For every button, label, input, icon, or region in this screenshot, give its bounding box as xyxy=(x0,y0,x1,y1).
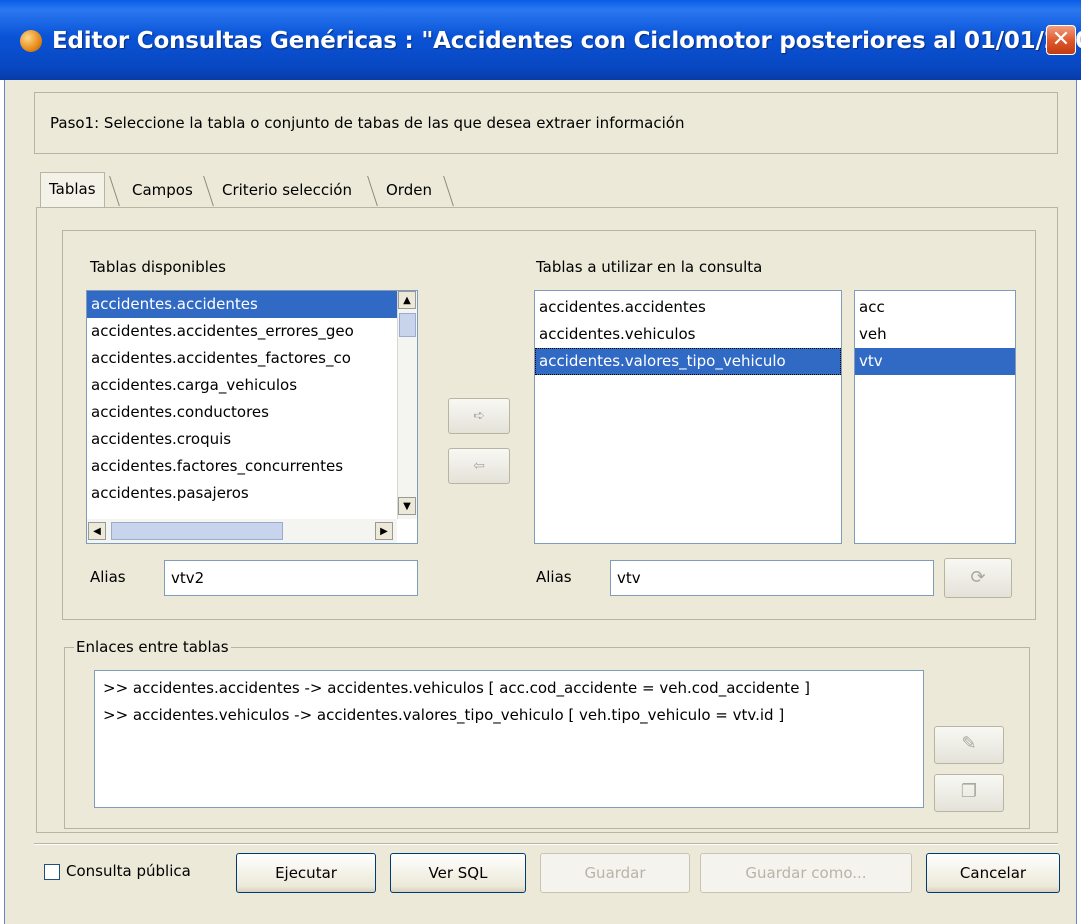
save-as-button[interactable]: Guardar como... xyxy=(700,853,912,893)
new-document-icon: ❐ xyxy=(960,781,978,802)
available-table-item[interactable]: accidentes.carga_vehiculos xyxy=(87,372,397,399)
table-alias-item[interactable]: vtv xyxy=(855,348,1015,375)
links-list[interactable]: >> accidentes.accidentes -> accidentes.v… xyxy=(94,670,924,808)
available-table-item[interactable]: accidentes.accidentes_factores_co xyxy=(87,345,397,372)
footer-divider xyxy=(34,843,1058,845)
view-sql-button[interactable]: Ver SQL xyxy=(390,853,526,893)
edit-icon: ✎ xyxy=(961,733,977,754)
available-alias-label: Alias xyxy=(90,568,126,586)
arrow-left-icon: ⇦ xyxy=(473,458,485,474)
new-link-button[interactable]: ❐ xyxy=(934,774,1004,812)
available-table-item[interactable]: accidentes.accidentes xyxy=(87,291,397,318)
scroll-right-button[interactable]: ▶ xyxy=(375,522,393,540)
execute-button[interactable]: Ejecutar xyxy=(236,853,376,893)
public-query-label: Consulta pública xyxy=(66,862,191,880)
selected-alias-label: Alias xyxy=(536,568,572,586)
table-alias-item[interactable]: veh xyxy=(855,321,1015,348)
selected-tables-list[interactable]: accidentes.accidentes accidentes.vehiculo… xyxy=(534,290,842,544)
available-table-item[interactable]: accidentes.pasajeros xyxy=(87,480,397,507)
save-button[interactable]: Guardar xyxy=(540,853,690,893)
cancel-button[interactable]: Cancelar xyxy=(926,853,1060,893)
selected-aliases-list[interactable]: acc veh vtv xyxy=(854,290,1016,544)
scroll-down-button[interactable]: ▼ xyxy=(398,497,416,515)
selected-alias-input[interactable]: vtv xyxy=(610,560,934,596)
available-table-item[interactable]: accidentes.accidentes_errores_geo xyxy=(87,318,397,345)
selected-tables-label: Tablas a utilizar en la consulta xyxy=(536,258,763,276)
links-legend: Enlaces entre tablas xyxy=(74,638,231,656)
tab-orden[interactable]: Orden xyxy=(378,174,440,206)
link-item[interactable]: >> accidentes.accidentes -> accidentes.v… xyxy=(103,675,915,702)
add-table-button[interactable]: ➪ xyxy=(448,398,510,434)
available-table-item[interactable]: accidentes.croquis xyxy=(87,426,397,453)
selected-table-item[interactable]: accidentes.valores_tipo_vehiculo xyxy=(535,348,841,375)
table-alias-item[interactable]: acc xyxy=(855,294,1015,321)
remove-table-button[interactable]: ⇦ xyxy=(448,448,510,484)
edit-link-button[interactable]: ✎ xyxy=(934,726,1004,764)
scroll-left-button[interactable]: ◀ xyxy=(88,522,106,540)
close-button[interactable]: ✕ xyxy=(1046,25,1076,55)
step-instructions: Paso1: Seleccione la tabla o conjunto de… xyxy=(50,114,685,132)
link-item[interactable]: >> accidentes.vehiculos -> accidentes.va… xyxy=(103,702,915,729)
available-vertical-scrollbar[interactable]: ▲ ▼ xyxy=(397,291,417,519)
tab-campos[interactable]: Campos xyxy=(124,174,201,206)
scroll-up-button[interactable]: ▲ xyxy=(398,291,416,309)
tab-tablas[interactable]: Tablas xyxy=(40,172,105,208)
available-tables-list[interactable]: accidentes.accidentes accidentes.accident… xyxy=(86,290,418,544)
available-table-item[interactable]: accidentes.conductores xyxy=(87,399,397,426)
available-horizontal-scrollbar[interactable]: ◀ ▶ xyxy=(87,519,397,543)
tab-criterio-seleccion[interactable]: Criterio selección xyxy=(214,174,360,206)
horizontal-scroll-thumb[interactable] xyxy=(111,522,283,540)
scroll-thumb[interactable] xyxy=(399,313,416,337)
available-table-item[interactable]: accidentes.factores_concurrentes xyxy=(87,453,397,480)
arrow-right-icon: ➪ xyxy=(473,408,485,424)
refresh-alias-button[interactable]: ⟳ xyxy=(944,558,1012,598)
available-alias-input[interactable]: vtv2 xyxy=(164,560,418,596)
selected-table-item[interactable]: accidentes.accidentes xyxy=(535,294,841,321)
public-query-checkbox[interactable] xyxy=(44,864,60,880)
available-tables-label: Tablas disponibles xyxy=(90,258,226,276)
refresh-icon: ⟳ xyxy=(970,567,986,588)
app-icon xyxy=(20,30,42,52)
selected-table-item[interactable]: accidentes.vehiculos xyxy=(535,321,841,348)
window-title: Editor Consultas Genéricas : "Accidentes… xyxy=(52,28,1081,54)
